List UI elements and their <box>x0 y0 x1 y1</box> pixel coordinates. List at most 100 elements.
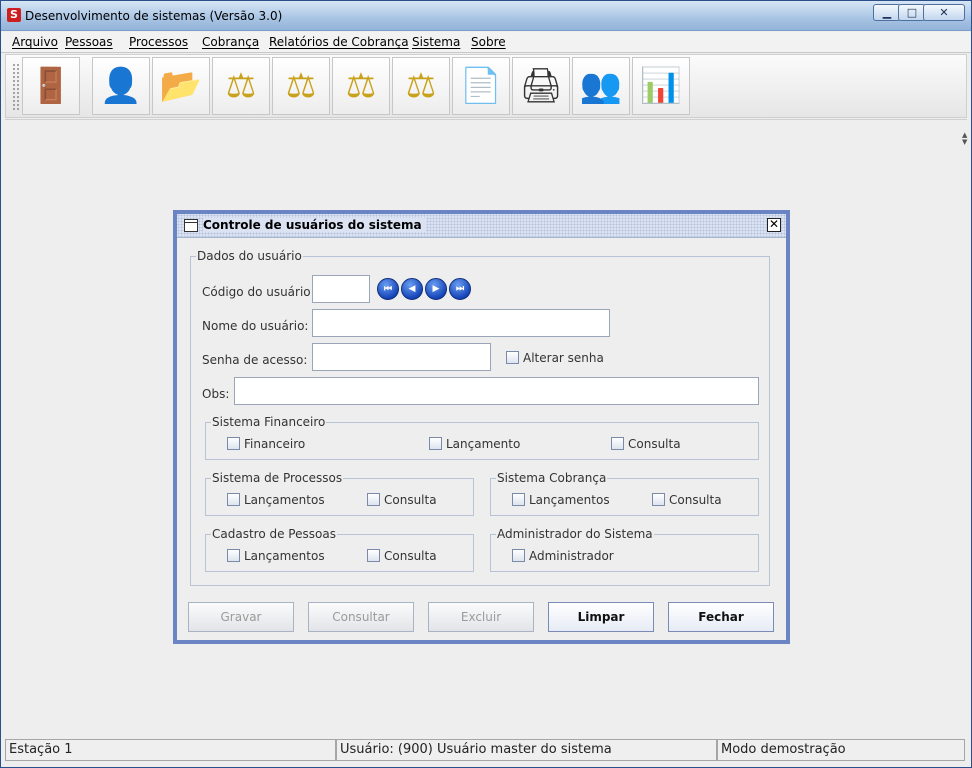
nome-input[interactable] <box>312 309 610 337</box>
sistema-processos-legend: Sistema de Processos <box>211 471 344 485</box>
consulta-label: Consulta <box>628 437 681 451</box>
menu-sistema[interactable]: Sistema <box>412 35 460 49</box>
close-button[interactable]: ✕ <box>923 4 965 21</box>
senha-label: Senha de acesso: <box>202 353 308 367</box>
lancamentos-cobranca-checkbox[interactable]: Lançamentos <box>512 493 610 509</box>
alterar-senha-checkbox[interactable]: Alterar senha <box>506 351 604 367</box>
lancamento-financeiro-checkbox[interactable]: Lançamento <box>429 437 520 453</box>
administrador-checkbox[interactable]: Administrador <box>512 549 614 565</box>
window-icon <box>184 219 198 232</box>
nome-label: Nome do usuário: <box>202 319 309 333</box>
processes-button[interactable]: ⚖ <box>212 57 270 115</box>
user-icon: 👤 <box>99 66 143 106</box>
limpar-button[interactable]: Limpar <box>548 602 654 632</box>
consultar-button[interactable]: Consultar <box>308 602 414 632</box>
document-icon: 📄 <box>459 66 503 106</box>
lancamentos-label: Lançamentos <box>244 549 325 563</box>
status-bar: Estação 1 Usuário: (900) Usuário master … <box>5 739 967 763</box>
codigo-label: Código do usuário: <box>202 285 315 299</box>
previous-record-button[interactable]: ◀ <box>401 278 423 300</box>
lancamentos-label: Lançamentos <box>529 493 610 507</box>
checkbox-box <box>227 549 240 562</box>
window-title: Desenvolvimento de sistemas (Versão 3.0) <box>25 9 283 23</box>
next-record-button[interactable]: ▶ <box>425 278 447 300</box>
checkbox-box <box>512 493 525 506</box>
exit-door-icon: 🚪 <box>29 66 73 106</box>
minimize-button[interactable]: ▁ <box>873 4 901 21</box>
checkbox-box <box>652 493 665 506</box>
title-bar: S Desenvolvimento de sistemas (Versão 3.… <box>1 1 971 31</box>
cadastro-pessoas-group: Cadastro de Pessoas Lançamentos Consulta <box>205 527 474 572</box>
obs-input[interactable] <box>234 377 759 405</box>
menu-relatorios-cobranca[interactable]: Relatórios de Cobrança <box>269 35 409 49</box>
processes-window-button[interactable]: ⚖ <box>272 57 330 115</box>
menu-cobranca[interactable]: Cobrança <box>202 35 259 49</box>
maximize-button[interactable]: □ <box>898 4 926 21</box>
presentation-button[interactable]: 📊 <box>632 57 690 115</box>
scales-money-icon: ⚖ <box>345 66 377 106</box>
toolbar-grip[interactable] <box>12 63 20 111</box>
checkbox-box <box>611 437 624 450</box>
checkbox-box <box>512 549 525 562</box>
checkbox-box <box>227 437 240 450</box>
last-record-button[interactable]: ⏭ <box>449 278 471 300</box>
consulta-processos-checkbox[interactable]: Consulta <box>367 493 437 509</box>
consulta-label: Consulta <box>384 549 437 563</box>
sistema-cobranca-group: Sistema Cobrança Lançamentos Consulta <box>490 471 759 516</box>
status-estacao: Estação 1 <box>5 739 336 761</box>
menu-arquivo[interactable]: Arquivo <box>12 35 58 49</box>
printer-icon: 🖨 <box>519 66 563 106</box>
checkbox-box <box>367 493 380 506</box>
menu-pessoas[interactable]: Pessoas <box>65 35 113 49</box>
sistema-processos-group: Sistema de Processos Lançamentos Consult… <box>205 471 474 516</box>
lancamentos-processos-checkbox[interactable]: Lançamentos <box>227 493 325 509</box>
lancamento-label: Lançamento <box>446 437 521 451</box>
status-modo: Modo demostração <box>717 739 965 761</box>
alterar-senha-label: Alterar senha <box>523 351 604 365</box>
excluir-button[interactable]: Excluir <box>428 602 534 632</box>
billing-edit-button[interactable]: ⚖ <box>392 57 450 115</box>
main-window: S Desenvolvimento de sistemas (Versão 3.… <box>0 0 972 768</box>
scales-window-icon: ⚖ <box>285 66 317 106</box>
first-record-button[interactable]: ⏮ <box>377 278 399 300</box>
folder-person-icon: 📂 <box>159 66 203 106</box>
sistema-cobranca-legend: Sistema Cobrança <box>496 471 608 485</box>
scales-edit-icon: ⚖ <box>405 66 437 106</box>
users-register-button[interactable]: 👤 <box>92 57 150 115</box>
lancamentos-pessoas-checkbox[interactable]: Lançamentos <box>227 549 325 565</box>
administrador-legend: Administrador do Sistema <box>496 527 654 541</box>
codigo-input[interactable] <box>312 275 370 303</box>
users-group-button[interactable]: 👥 <box>572 57 630 115</box>
consulta-financeiro-checkbox[interactable]: Consulta <box>611 437 681 453</box>
print-button[interactable]: 🖨 <box>512 57 570 115</box>
administrador-label: Administrador <box>529 549 614 563</box>
sistema-financeiro-group: Sistema Financeiro Financeiro Lançamento… <box>205 415 759 460</box>
consulta-cobranca-checkbox[interactable]: Consulta <box>652 493 722 509</box>
consulta-label: Consulta <box>384 493 437 507</box>
fechar-button[interactable]: Fechar <box>668 602 774 632</box>
presentation-icon: 📊 <box>639 66 683 106</box>
consulta-pessoas-checkbox[interactable]: Consulta <box>367 549 437 565</box>
documents-button[interactable]: 📄 <box>452 57 510 115</box>
financeiro-checkbox[interactable]: Financeiro <box>227 437 305 453</box>
dialog-title-bar[interactable]: Controle de usuários do sistema ✕ <box>177 214 786 238</box>
menu-processos[interactable]: Processos <box>129 35 188 49</box>
dialog-close-button[interactable]: ✕ <box>767 218 781 232</box>
gravar-button[interactable]: Gravar <box>188 602 294 632</box>
scroll-arrows-icon[interactable]: ▲ ▼ <box>962 132 968 150</box>
users-icon: 👥 <box>579 66 623 106</box>
scales-icon: ⚖ <box>225 66 257 106</box>
dialog-title: Controle de usuários do sistema <box>203 218 426 232</box>
status-usuario: Usuário: (900) Usuário master do sistema <box>336 739 717 761</box>
exit-button[interactable]: 🚪 <box>22 57 80 115</box>
administrador-group: Administrador do Sistema Administrador <box>490 527 759 572</box>
user-data-group: Dados do usuário Código do usuário: ⏮ ◀ … <box>190 249 770 586</box>
consulta-label: Consulta <box>669 493 722 507</box>
toolbar: 🚪 👤 📂 ⚖ ⚖ ⚖ ⚖ 📄 🖨 👥 📊 <box>5 54 967 118</box>
app-logo-icon: S <box>7 8 21 22</box>
people-folder-button[interactable]: 📂 <box>152 57 210 115</box>
senha-input[interactable] <box>312 343 491 371</box>
billing-button[interactable]: ⚖ <box>332 57 390 115</box>
menu-sobre[interactable]: Sobre <box>471 35 506 49</box>
user-data-legend: Dados do usuário <box>196 249 303 263</box>
